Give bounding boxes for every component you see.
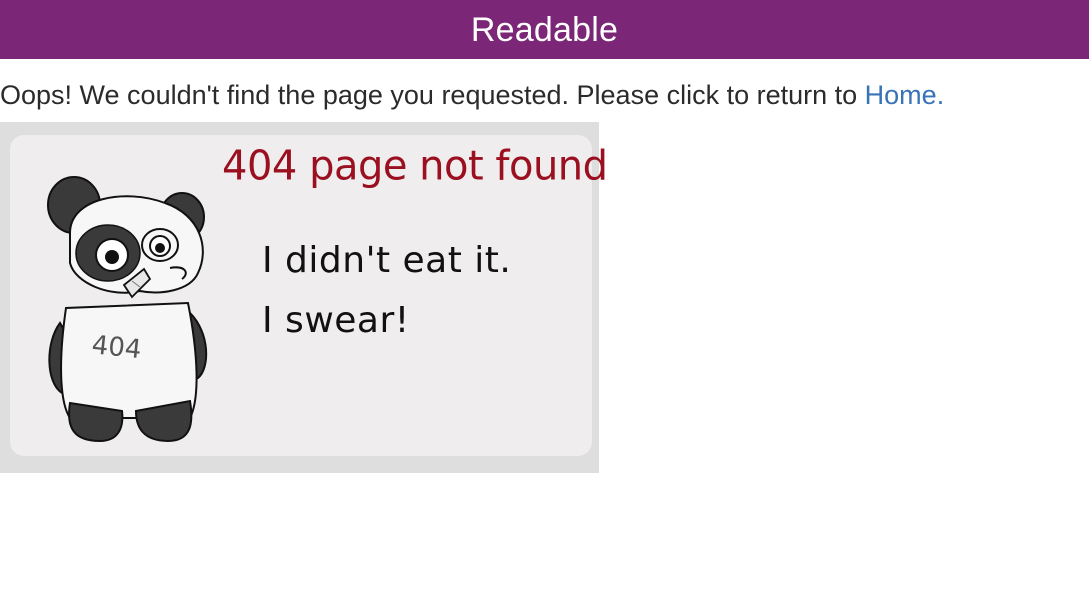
- error-caption-line-2: I swear!: [262, 300, 410, 341]
- app-title: Readable: [470, 10, 619, 49]
- not-found-message: Oops! We couldn't find the page you requ…: [0, 79, 944, 111]
- panda-belly-text: 404: [90, 330, 143, 365]
- not-found-message-text: Oops! We couldn't find the page you requ…: [0, 80, 865, 110]
- app-header: Readable: [0, 0, 1089, 59]
- error-headline: 404 page not found: [222, 143, 608, 190]
- error-caption-line-1: I didn't eat it.: [262, 240, 512, 281]
- panda-icon: 404: [47, 176, 208, 443]
- home-link[interactable]: Home.: [865, 80, 945, 110]
- error-card: 404 page not found I didn't eat it. I sw…: [10, 135, 608, 456]
- error-404-image: 404 page not found I didn't eat it. I sw…: [0, 122, 608, 473]
